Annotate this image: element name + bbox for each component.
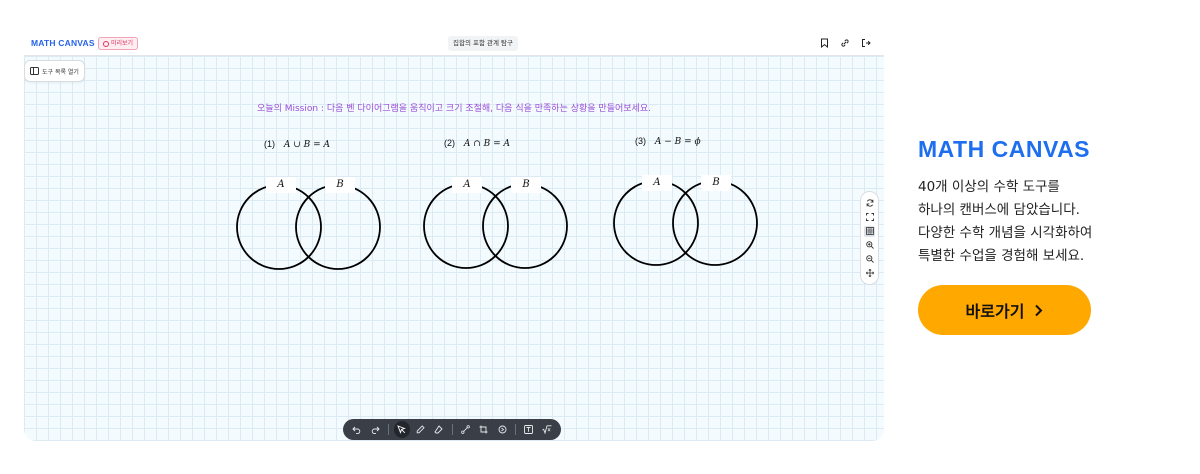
set-b-circle[interactable] (672, 180, 758, 266)
problem-1-label: (1) A ∪ B = A (264, 139, 330, 150)
fullscreen-icon[interactable] (864, 212, 875, 223)
chevron-right-icon (1035, 304, 1043, 316)
venn-circles[interactable] (613, 174, 761, 270)
segment-icon[interactable] (457, 421, 473, 438)
set-a-label[interactable]: A (452, 177, 482, 193)
top-bar: MATH CANVAS 미리보기 집합의 포함 관계 탐구 (24, 32, 884, 56)
refresh-icon[interactable] (864, 198, 875, 209)
venn-circles[interactable] (236, 176, 384, 272)
redo-icon[interactable] (368, 421, 384, 438)
set-b-circle[interactable] (482, 183, 568, 269)
grid-icon[interactable] (864, 225, 875, 237)
mission-text: 오늘의 Mission : 다음 벤 다이어그램을 움직이고 크기 조절해, 다… (257, 104, 651, 114)
sidebar-toggle-button[interactable]: 도구 목록 열기 (24, 60, 85, 82)
toolbar-divider (388, 424, 389, 435)
sidebar-toggle-label: 도구 목록 열기 (42, 68, 79, 76)
problem-expression: A − B = ϕ (654, 137, 701, 147)
pen-icon[interactable] (413, 421, 429, 438)
set-a-label[interactable]: A (266, 177, 296, 193)
preview-badge-label: 미리보기 (111, 40, 134, 47)
venn-diagram-2[interactable]: A B (423, 176, 571, 272)
shape-icon[interactable] (495, 421, 511, 438)
move-icon[interactable] (864, 268, 875, 279)
set-b-label[interactable]: B (325, 177, 355, 193)
problem-number: (2) (444, 138, 455, 148)
set-b-label[interactable]: B (701, 175, 731, 191)
sqrt-icon[interactable] (540, 421, 556, 438)
set-a-label[interactable]: A (642, 175, 672, 191)
bookmark-icon[interactable] (818, 37, 830, 49)
eraser-icon[interactable] (431, 421, 447, 438)
problem-2-label: (2) A ∩ B = A (444, 138, 510, 149)
promo-brand-logo: MATH CANVAS (918, 136, 1091, 162)
promo-description-line: 40개 이상의 수학 도구를 (918, 179, 1060, 195)
toolbar-divider (451, 424, 453, 435)
undo-icon[interactable] (349, 421, 365, 438)
problem-3-label: (3) A − B = ϕ (635, 136, 701, 147)
zoom-out-icon[interactable] (864, 254, 875, 265)
go-to-button[interactable]: 바로가기 (918, 285, 1091, 335)
text-icon[interactable] (521, 421, 537, 438)
toolbar-divider (515, 424, 516, 435)
eye-icon (103, 40, 109, 47)
promo-description: 40개 이상의 수학 도구를 하나의 캔버스에 담았습니다. 다양한 수학 개념… (918, 176, 1092, 268)
venn-diagram-3[interactable]: A B (613, 174, 761, 270)
link-icon[interactable] (839, 37, 851, 49)
zoom-in-icon[interactable] (864, 240, 875, 251)
set-b-label[interactable]: B (511, 177, 541, 193)
set-b-circle[interactable] (295, 184, 381, 270)
preview-badge: 미리보기 (98, 37, 139, 50)
exit-icon[interactable] (860, 37, 872, 49)
math-canvas-app: MATH CANVAS 미리보기 집합의 포함 관계 탐구 도구 목록 열기 오… (24, 32, 884, 441)
document-title: 집합의 포함 관계 탐구 (448, 36, 519, 51)
promo-description-line: 특별한 수업을 경험해 보세요. (918, 248, 1085, 264)
venn-diagram-1[interactable]: A B (236, 176, 384, 272)
problem-expression: A ∩ B = A (463, 139, 511, 149)
crop-icon[interactable] (476, 421, 492, 438)
go-to-button-label: 바로가기 (965, 302, 1025, 321)
app-brand[interactable]: MATH CANVAS (31, 38, 95, 48)
sidebar-icon (30, 67, 39, 75)
venn-circles[interactable] (423, 176, 571, 272)
problem-expression: A ∪ B = A (283, 140, 331, 150)
view-tools-panel (860, 191, 879, 285)
drawing-toolbar (343, 419, 561, 440)
promo-description-line: 다양한 수학 개념을 시각화하여 (918, 225, 1093, 241)
select-icon[interactable] (393, 421, 410, 438)
math-canvas[interactable]: 도구 목록 열기 오늘의 Mission : 다음 벤 다이어그램을 움직이고 … (24, 56, 884, 441)
promo-description-line: 하나의 캔버스에 담았습니다. (918, 202, 1080, 218)
problem-number: (3) (635, 136, 646, 146)
top-actions (818, 37, 872, 49)
problem-number: (1) (264, 139, 275, 149)
